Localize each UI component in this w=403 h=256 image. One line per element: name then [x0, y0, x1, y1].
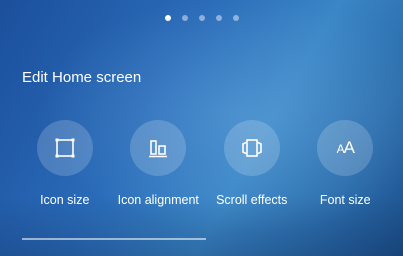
page-dot[interactable] — [215, 15, 222, 21]
icon-alignment-icon — [149, 140, 168, 158]
options-row: Icon size Icon alignment Scroll effects … — [18, 120, 392, 208]
icon-alignment-option[interactable]: Icon alignment — [112, 120, 206, 208]
panel-title: Edit Home screen — [22, 69, 142, 86]
font-size-icon: AA — [336, 138, 355, 157]
page-dot[interactable] — [164, 15, 171, 21]
icon-size-button[interactable] — [36, 120, 93, 176]
icon-size-option[interactable]: Icon size — [18, 120, 112, 208]
font-size-button[interactable]: AA — [317, 120, 374, 176]
icon-size-icon — [55, 138, 75, 158]
font-size-option[interactable]: AA Font size — [299, 120, 393, 208]
page-dot[interactable] — [181, 15, 188, 21]
scroll-effects-icon — [241, 139, 262, 157]
font-size-label: Font size — [319, 193, 371, 207]
scroll-effects-option[interactable]: Scroll effects — [205, 120, 299, 208]
home-screen-edit-panel: Edit Home screen Icon size Icon alignmen… — [0, 0, 403, 256]
page-dot[interactable] — [232, 15, 239, 21]
page-indicator — [0, 15, 403, 21]
page-dot[interactable] — [198, 15, 205, 21]
icon-alignment-button[interactable] — [130, 120, 187, 176]
icon-alignment-label: Icon alignment — [117, 193, 199, 207]
selection-underline — [22, 238, 206, 240]
scroll-effects-button[interactable] — [223, 120, 280, 176]
icon-size-label: Icon size — [40, 193, 90, 207]
scroll-effects-label: Scroll effects — [216, 193, 288, 207]
